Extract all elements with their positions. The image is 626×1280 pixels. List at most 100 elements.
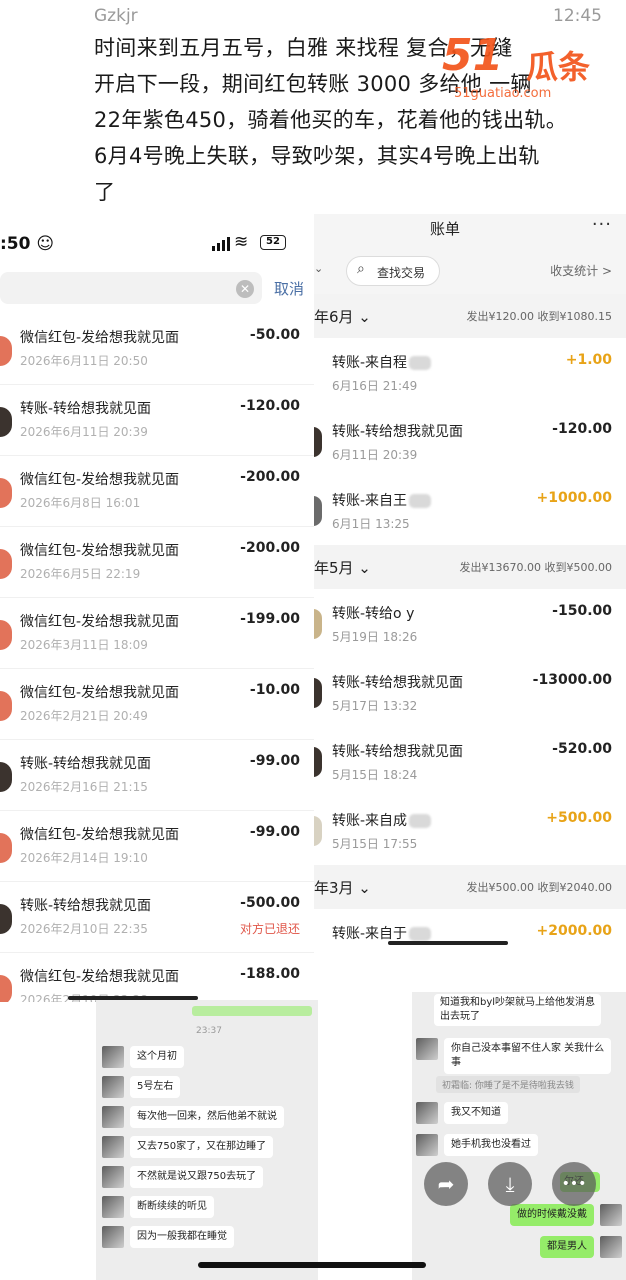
avatar[interactable] — [102, 1136, 124, 1158]
bill-toolbar: ⌄ ⌕ 查找交易 收支统计 > — [314, 250, 626, 294]
transaction-title: 转账-转给想我就见面 — [20, 756, 152, 772]
transaction-date: 2026年2月14日 19:10 — [20, 851, 148, 865]
message-text: 你自己没本事留不住人家 关我什么事 — [444, 1038, 612, 1074]
avatar[interactable] — [416, 1134, 438, 1156]
post-line: 了 — [94, 180, 116, 204]
transaction-amount: -200.00 — [240, 469, 300, 485]
message-text: 她手机我也没看过 — [444, 1134, 538, 1156]
search-row: ✕ 取消 — [0, 268, 314, 314]
chat-message: 这个月初 — [102, 1046, 184, 1068]
month-summary: 发出¥120.00 收到¥1080.15 — [466, 310, 612, 323]
month-label[interactable]: 年6月 ⌄ — [314, 306, 371, 327]
watermark-number: 51 — [442, 30, 504, 81]
message-text: 我又不知道 — [444, 1102, 508, 1124]
bill-date: 5月15日 18:24 — [332, 768, 418, 782]
transaction-row[interactable]: 微信红包-发给想我就见面 2026年6月8日 16:01 -200.00 — [0, 456, 314, 527]
stats-link[interactable]: 收支统计 > — [550, 262, 612, 279]
post-username[interactable]: Gzkjr — [94, 6, 138, 26]
home-indicator — [388, 941, 508, 945]
more-icon[interactable]: ··· — [592, 214, 612, 235]
transaction-row[interactable]: 微信红包-发给想我就见面2026年2月10日 22:28-188.00 — [0, 953, 314, 1002]
transaction-row[interactable]: 转账-转给想我就见面 2026年2月16日 21:15 -99.00 — [0, 740, 314, 811]
signal-icon — [212, 237, 230, 251]
search-input[interactable] — [0, 272, 262, 304]
transaction-row[interactable]: 微信红包-发给想我就见面 2026年2月14日 19:10 -99.00 — [0, 811, 314, 882]
bill-title: 账单 — [430, 220, 461, 238]
avatar[interactable] — [600, 1204, 622, 1226]
transaction-date: 2026年3月11日 18:09 — [20, 638, 148, 652]
bill-date: 6月16日 21:49 — [332, 379, 418, 393]
bill-row[interactable]: 转账-转给o y 5月19日 18:26 -150.00 — [314, 589, 626, 658]
message-text: 又去750家了，又在那边睡了 — [130, 1136, 274, 1158]
avatar[interactable] — [600, 1236, 622, 1258]
avatar[interactable] — [102, 1196, 124, 1218]
month-section-header[interactable]: 年6月 ⌄ 发出¥120.00 收到¥1080.15 — [314, 294, 626, 338]
transaction-amount: -199.00 — [240, 611, 300, 627]
search-transactions-button[interactable]: ⌕ 查找交易 — [346, 256, 440, 286]
transaction-title: 微信红包-发给想我就见面 — [20, 330, 180, 346]
message-line: 知道我和byl吵架就马上给他发消息 — [440, 997, 596, 1008]
transaction-row[interactable]: 转账-转给想我就见面 2026年2月10日 22:35 -500.00 对方已退还 — [0, 882, 314, 953]
transaction-row[interactable]: 微信红包-发给想我就见面 2026年6月11日 20:50 -50.00 — [0, 314, 314, 385]
month-label[interactable]: 年3月 ⌄ — [314, 877, 371, 898]
left-transaction-panel: :50 ☺ ≋ 52 ✕ 取消 微信红包-发给想我就见面 2026年6月11日 2… — [0, 222, 314, 1002]
bill-row[interactable]: 转账-转给想我就见面 6月11日 20:39 -120.00 — [314, 407, 626, 476]
message-text: 每次他一回来，然后他弟不就说 — [130, 1106, 284, 1128]
message-text: 这个月初 — [130, 1046, 184, 1068]
bill-amount: +1000.00 — [536, 490, 613, 506]
transaction-row[interactable]: 转账-转给想我就见面 2026年6月11日 20:39 -120.00 — [0, 385, 314, 456]
transaction-row[interactable]: 微信红包-发给想我就见面 2026年3月11日 18:09 -199.00 — [0, 598, 314, 669]
transaction-title: 微信红包-发给想我就见面 — [20, 969, 180, 985]
avatar[interactable] — [102, 1046, 124, 1068]
bill-row[interactable]: 转账-来自成 5月15日 17:55 +500.00 — [314, 796, 626, 865]
transaction-row[interactable]: 微信红包-发给想我就见面 2026年2月21日 20:49 -10.00 — [0, 669, 314, 740]
transaction-title: 微信红包-发给想我就见面 — [20, 827, 180, 843]
bill-date: 5月17日 13:32 — [332, 699, 418, 713]
share-button[interactable]: ➦ — [424, 1162, 468, 1206]
wifi-icon: ≋ — [234, 232, 249, 252]
avatar[interactable] — [416, 1038, 438, 1060]
transaction-date: 2026年6月11日 20:50 — [20, 354, 148, 368]
bill-title: 转账-转给想我就见面 — [332, 675, 464, 691]
message-line: 你自己没本事留不住人家 关我什么 — [451, 1043, 605, 1054]
avatar[interactable] — [102, 1166, 124, 1188]
transaction-date: 2026年6月8日 16:01 — [20, 496, 141, 510]
filter-dropdown-icon[interactable]: ⌄ — [314, 262, 323, 275]
month-section-header[interactable]: 年5月 ⌄ 发出¥13670.00 收到¥500.00 — [314, 545, 626, 589]
download-icon: ⤓ — [505, 1172, 515, 1196]
month-label[interactable]: 年5月 ⌄ — [314, 557, 371, 578]
transaction-amount: -99.00 — [249, 824, 300, 840]
right-bill-panel: 账单 ··· ⌄ ⌕ 查找交易 收支统计 > 年6月 ⌄ 发出¥120.00 收到… — [314, 214, 626, 974]
redacted-name — [409, 927, 432, 941]
bill-amount: +1.00 — [565, 352, 612, 368]
message-line: 出去玩了 — [440, 1011, 480, 1022]
avatar — [0, 691, 12, 721]
avatar[interactable] — [102, 1106, 124, 1128]
transaction-amount: -99.00 — [249, 753, 300, 769]
avatar — [0, 975, 12, 1002]
download-button[interactable]: ⤓ — [488, 1162, 532, 1206]
month-section-header[interactable]: 年3月 ⌄ 发出¥500.00 收到¥2040.00 — [314, 865, 626, 909]
chat-screenshot-right: 知道我和byl吵架就马上给他发消息 出去玩了 你自己没本事留不住人家 关我什么事… — [412, 992, 626, 1280]
battery-icon: 52 — [260, 235, 286, 250]
bill-row[interactable]: 转账-来自王 6月1日 13:25 +1000.00 — [314, 476, 626, 545]
transaction-amount: -120.00 — [240, 398, 300, 414]
post-header: Gzkjr 12:45 时间来到五月五号，白雅 来找程 复合，无缝 开启下一段，… — [0, 0, 626, 212]
avatar — [0, 762, 12, 792]
transaction-row[interactable]: 微信红包-发给想我就见面 2026年6月5日 22:19 -200.00 — [0, 527, 314, 598]
bill-row[interactable]: 转账-转给想我就见面 5月15日 18:24 -520.00 — [314, 727, 626, 796]
avatar[interactable] — [416, 1102, 438, 1124]
avatar[interactable] — [102, 1226, 124, 1248]
clear-icon[interactable]: ✕ — [236, 280, 254, 298]
avatar — [0, 407, 12, 437]
cancel-button[interactable]: 取消 — [274, 278, 304, 299]
chat-message: 我又不知道 — [416, 1102, 508, 1124]
avatar — [0, 478, 12, 508]
chat-screenshot-left: 23:37 这个月初 5号左右 每次他一回来，然后他弟不就说 又去750家了，又… — [96, 1000, 318, 1280]
bill-row[interactable]: 转账-转给想我就见面 5月17日 13:32 -13000.00 — [314, 658, 626, 727]
more-button[interactable]: ••• — [552, 1162, 596, 1206]
bill-title: 转账-来自于 — [332, 923, 432, 943]
bill-date: 6月11日 20:39 — [332, 448, 418, 462]
avatar[interactable] — [102, 1076, 124, 1098]
bill-row[interactable]: 转账-来自程 6月16日 21:49 +1.00 — [314, 338, 626, 407]
